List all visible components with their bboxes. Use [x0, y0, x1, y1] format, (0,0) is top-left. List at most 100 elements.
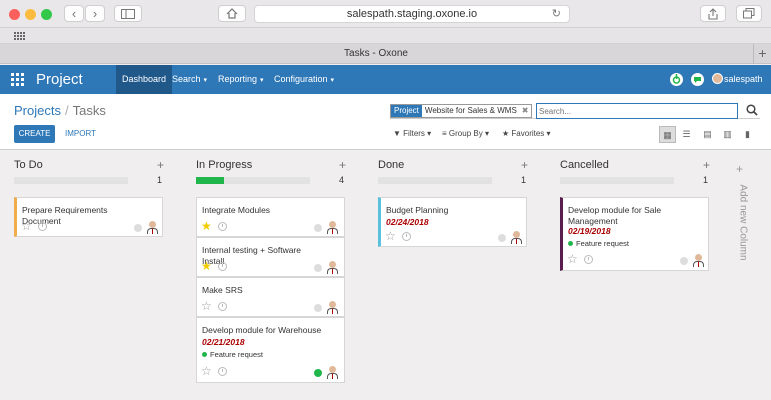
menu-dashboard[interactable]: Dashboard [116, 65, 173, 94]
plus-icon: + [736, 162, 744, 176]
breadcrumb: Projects / Tasks [14, 103, 106, 118]
menu-configuration-label: Configuration [274, 74, 328, 84]
column-count: 4 [338, 175, 344, 185]
minimize-window-icon[interactable] [25, 9, 36, 20]
back-icon[interactable]: ‹ [64, 5, 84, 22]
graph-view-icon[interactable]: ▮ [739, 126, 756, 143]
breadcrumb-projects[interactable]: Projects [14, 103, 61, 118]
card-tag: Feature request [202, 350, 263, 359]
kanban-state-icon[interactable] [498, 234, 506, 242]
star-icon[interactable]: ☆ [21, 220, 33, 232]
list-view-icon[interactable]: ☰ [678, 126, 695, 143]
favorites-label: Favorites [511, 129, 545, 138]
calendar-view-icon[interactable]: ▤ [699, 126, 716, 143]
apps-menu-icon[interactable] [11, 73, 24, 86]
quick-create-icon[interactable]: + [521, 158, 528, 172]
kanban-board: To Do + 1 Prepare Requirements Document … [0, 151, 771, 400]
home-icon[interactable] [218, 5, 246, 22]
browser-tab-bar: Tasks - Oxone + [0, 44, 771, 64]
quick-create-icon[interactable]: + [157, 158, 164, 172]
star-icon[interactable]: ☆ [567, 253, 579, 265]
import-button[interactable]: IMPORT [62, 125, 99, 143]
clock-icon[interactable] [218, 262, 227, 271]
sidebar-icon[interactable] [114, 5, 142, 22]
kanban-card[interactable]: Develop module for Sale Management 02/19… [560, 197, 709, 271]
filters-label: Filters [403, 129, 425, 138]
clock-icon[interactable] [584, 255, 593, 264]
kanban-state-icon[interactable] [314, 304, 322, 312]
search-input[interactable] [536, 103, 738, 119]
new-tab-button[interactable]: + [753, 44, 771, 64]
card-title: Make SRS [202, 285, 243, 295]
user-menu[interactable]: salespath [724, 65, 763, 94]
user-avatar[interactable] [712, 73, 723, 84]
search-facet[interactable]: Project Website for Sales & WMS ✖ [390, 104, 532, 118]
kanban-card[interactable]: Make SRS ☆ [196, 277, 345, 317]
column-progress-bar [560, 177, 674, 184]
kanban-column-todo: To Do + 1 Prepare Requirements Document … [0, 151, 170, 400]
close-window-icon[interactable] [9, 9, 20, 20]
column-title: In Progress [196, 159, 253, 171]
browser-tab[interactable]: Tasks - Oxone [0, 44, 752, 64]
clock-icon[interactable] [218, 367, 227, 376]
caret-down-icon: ▾ [330, 77, 335, 84]
kanban-view-icon[interactable]: ▦ [659, 126, 676, 143]
kanban-state-icon[interactable] [314, 224, 322, 232]
kanban-state-icon[interactable] [680, 257, 688, 265]
avatar [146, 220, 159, 234]
card-tag: Feature request [568, 239, 629, 248]
avatar [326, 260, 339, 274]
favorites-dropdown[interactable]: ★ Favorites ▾ [502, 129, 551, 138]
groupby-dropdown[interactable]: ≡ Group By ▾ [442, 129, 489, 138]
star-icon[interactable]: ★ [201, 260, 213, 272]
tabs-overview-icon[interactable] [736, 5, 762, 22]
menu-reporting[interactable]: Reporting ▾ [212, 65, 270, 94]
pivot-view-icon[interactable]: ▥ [719, 126, 736, 143]
browser-toolbar: ‹ › salespath.staging.oxone.io ↻ [0, 0, 771, 28]
filters-dropdown[interactable]: ▼ Filters ▾ [393, 129, 431, 138]
kanban-card[interactable]: Integrate Modules ★ [196, 197, 345, 237]
card-title: Develop module for Warehouse [202, 325, 322, 335]
kanban-card[interactable]: Develop module for Warehouse 02/21/2018 … [196, 317, 345, 383]
add-column-button[interactable]: + Add new Column [728, 151, 758, 400]
star-icon[interactable]: ★ [201, 220, 213, 232]
kanban-card[interactable]: Internal testing + Software Install ★ [196, 237, 345, 277]
grid-icon[interactable] [14, 32, 25, 40]
create-button[interactable]: CREATE [14, 125, 55, 143]
quick-create-icon[interactable]: + [339, 158, 346, 172]
zoom-window-icon[interactable] [41, 9, 52, 20]
caret-down-icon: ▾ [546, 129, 551, 138]
quick-create-icon[interactable]: + [703, 158, 710, 172]
star-icon[interactable]: ☆ [201, 300, 213, 312]
clock-icon[interactable] [218, 302, 227, 311]
kanban-card[interactable]: Budget Planning 02/24/2018 ☆ [378, 197, 527, 247]
activity-icon[interactable] [670, 73, 683, 86]
forward-icon[interactable]: › [85, 5, 105, 22]
card-deadline: 02/24/2018 [386, 217, 429, 227]
menu-configuration[interactable]: Configuration ▾ [268, 65, 340, 94]
star-icon[interactable]: ☆ [201, 365, 213, 377]
clock-icon[interactable] [218, 222, 227, 231]
address-bar[interactable]: salespath.staging.oxone.io ↻ [254, 5, 570, 23]
clock-icon[interactable] [38, 222, 47, 231]
kanban-state-icon[interactable] [134, 224, 142, 232]
avatar [510, 230, 523, 244]
messaging-icon[interactable] [691, 73, 704, 86]
kanban-state-icon[interactable] [314, 369, 322, 377]
caret-down-icon: ▾ [203, 77, 208, 84]
control-panel: Projects / Tasks CREATE IMPORT Project Web… [0, 94, 771, 150]
filter-icon: ▼ [393, 129, 401, 138]
facet-label: Project [391, 105, 422, 117]
menu-search-label: Search [172, 74, 201, 84]
kanban-state-icon[interactable] [314, 264, 322, 272]
search-icon[interactable] [746, 104, 758, 116]
kanban-card[interactable]: Prepare Requirements Document ☆ [14, 197, 163, 237]
facet-remove-icon[interactable]: ✖ [520, 105, 531, 117]
star-icon[interactable]: ☆ [385, 230, 397, 242]
avatar [326, 300, 339, 314]
reload-icon[interactable]: ↻ [552, 6, 561, 23]
clock-icon[interactable] [402, 232, 411, 241]
menu-search[interactable]: Search ▾ [166, 65, 213, 94]
add-column-label: Add new Column [737, 184, 749, 261]
share-icon[interactable] [700, 5, 726, 22]
